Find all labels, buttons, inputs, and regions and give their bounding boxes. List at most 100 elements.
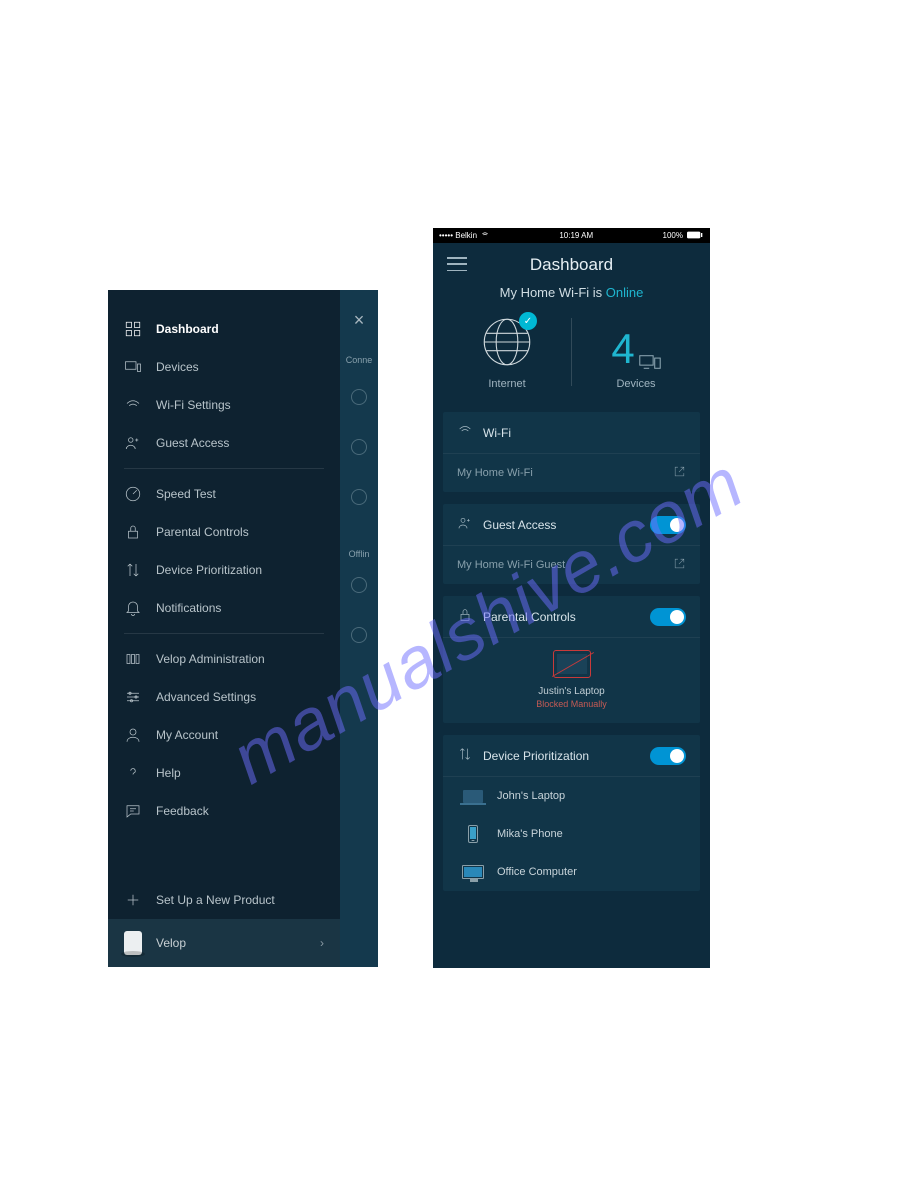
status-value: Online [606,285,644,300]
device-name: Mika's Phone [497,828,563,840]
menu-label: Set Up a New Product [156,893,275,907]
devices-label: Devices [616,378,655,390]
guest-card-title: Guest Access [483,518,556,532]
status-bar: ••••• Belkin 10:19 AM 100% [433,228,710,243]
dashboard-screen: ••••• Belkin 10:19 AM 100% Dashboard My … [433,228,710,968]
sliders-icon [124,688,142,706]
menu-parental-controls[interactable]: Parental Controls [108,513,340,551]
devices-count: 4 [611,328,634,370]
menu-drawer-screen: Dashboard Devices Wi-Fi Settings Guest A… [108,290,378,967]
menu-guest-access[interactable]: Guest Access [108,424,340,462]
priority-card-title: Device Prioritization [483,749,589,763]
nodes-icon [124,650,142,668]
arrows-icon [457,746,473,765]
priority-device-row[interactable]: Office Computer [443,853,700,891]
menu-help[interactable]: Help [108,754,340,792]
menu-label: Guest Access [156,436,229,450]
hamburger-icon[interactable] [447,257,467,271]
radio-circle[interactable] [351,389,367,405]
blocked-device[interactable]: Justin's Laptop Blocked Manually [443,637,700,723]
sliver-offline-label: Offlin [349,549,370,559]
battery-icon [686,231,704,241]
device-name: Office Computer [497,866,577,878]
page-title: Dashboard [530,255,613,275]
menu-footer-velop[interactable]: Velop › [108,919,340,967]
menu-label: Wi-Fi Settings [156,398,231,412]
phone-icon [461,824,485,844]
clock: 10:19 AM [559,231,593,240]
bell-icon [124,599,142,617]
guest-toggle[interactable] [650,516,686,534]
dashboard-header: Dashboard [433,243,710,279]
menu-footer-label: Velop [156,936,186,950]
arrows-icon [124,561,142,579]
menu-device-prioritization[interactable]: Device Prioritization [108,551,340,589]
internet-label: Internet [488,378,525,390]
check-badge-icon [519,312,537,330]
help-icon [124,764,142,782]
menu-devices[interactable]: Devices [108,348,340,386]
menu-setup-new-product[interactable]: Set Up a New Product [108,881,340,919]
stats-row: Internet 4 Devices [433,314,710,406]
wifi-ssid: My Home Wi-Fi [457,467,533,479]
menu-wifi-settings[interactable]: Wi-Fi Settings [108,386,340,424]
radio-circle[interactable] [351,577,367,593]
priority-device-row[interactable]: John's Laptop [443,777,700,815]
menu-label: Device Prioritization [156,563,262,577]
dashboard-icon [124,320,142,338]
parental-controls-card[interactable]: Parental Controls Justin's Laptop Blocke… [443,596,700,723]
devices-stat[interactable]: 4 Devices [572,314,700,390]
menu-label: Dashboard [156,322,219,336]
plus-icon [124,891,142,909]
chat-icon [124,802,142,820]
internet-stat[interactable]: Internet [443,314,571,390]
gauge-icon [124,485,142,503]
parental-toggle[interactable] [650,608,686,626]
guest-icon [457,515,473,534]
radio-circle[interactable] [351,439,367,455]
sliver-connected-label: Conne [346,355,373,365]
menu-label: Velop Administration [156,652,265,666]
share-icon[interactable] [673,465,686,481]
menu-divider [124,468,324,469]
menu-label: Help [156,766,181,780]
menu-notifications[interactable]: Notifications [108,589,340,627]
menu-divider [124,633,324,634]
wifi-icon [124,396,142,414]
blocked-device-name: Justin's Laptop [538,686,604,697]
velop-node-icon [124,931,142,955]
menu-feedback[interactable]: Feedback [108,792,340,830]
menu-label: Advanced Settings [156,690,256,704]
menu-column: Dashboard Devices Wi-Fi Settings Guest A… [108,290,340,967]
blocked-device-status: Blocked Manually [536,699,607,709]
menu-dashboard[interactable]: Dashboard [108,310,340,348]
menu-advanced-settings[interactable]: Advanced Settings [108,678,340,716]
radio-circle[interactable] [351,489,367,505]
devices-icon [124,358,142,376]
priority-device-row[interactable]: Mika's Phone [443,815,700,853]
menu-my-account[interactable]: My Account [108,716,340,754]
wifi-card[interactable]: Wi-Fi My Home Wi-Fi [443,412,700,492]
close-icon[interactable]: × [354,310,365,331]
radio-circle[interactable] [351,627,367,643]
wifi-card-title: Wi-Fi [483,426,511,440]
device-prioritization-card[interactable]: Device Prioritization John's Laptop Mika… [443,735,700,891]
globe-icon [479,314,535,370]
desktop-icon [461,862,485,882]
menu-label: Feedback [156,804,209,818]
lock-icon [457,607,473,626]
share-icon[interactable] [673,557,686,573]
lock-icon [124,523,142,541]
wifi-status-icon [480,231,490,241]
menu-speed-test[interactable]: Speed Test [108,475,340,513]
guest-access-card[interactable]: Guest Access My Home Wi-Fi Guest [443,504,700,584]
status-prefix: My Home Wi-Fi is [500,285,606,300]
blocked-laptop-icon [553,650,591,678]
priority-toggle[interactable] [650,747,686,765]
guest-icon [124,434,142,452]
menu-label: Parental Controls [156,525,249,539]
menu-velop-admin[interactable]: Velop Administration [108,640,340,678]
carrier-label: ••••• Belkin [439,231,477,240]
device-name: John's Laptop [497,790,565,802]
wifi-status-line: My Home Wi-Fi is Online [433,279,710,314]
